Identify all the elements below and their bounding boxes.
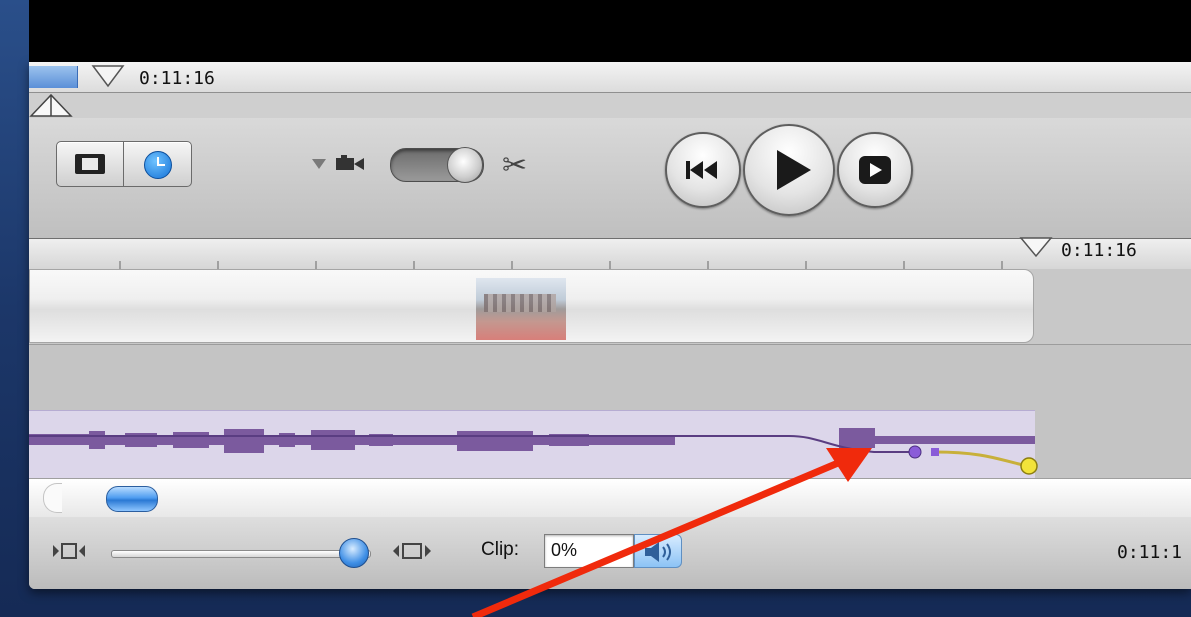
bottom-bar: Clip: 0% 0:11:1 — [29, 517, 1191, 589]
ruler-ticks — [119, 261, 1003, 269]
speaker-icon — [645, 542, 671, 562]
camera-mode-group: ✂ — [312, 145, 577, 185]
fullscreen-play-icon — [859, 156, 891, 184]
view-switcher — [56, 141, 192, 187]
camera-dropdown-icon[interactable] — [312, 159, 326, 169]
toggle-knob[interactable] — [447, 147, 483, 183]
scissors-icon[interactable]: ✂ — [502, 148, 527, 183]
toolbar: ✂ — [29, 118, 1191, 240]
timeline-view-button[interactable] — [124, 142, 190, 186]
rewind-icon — [686, 161, 717, 179]
scrubber-time: 0:11:16 — [139, 68, 215, 89]
total-time: 0:11:1 — [1117, 542, 1183, 563]
filmstrip-icon — [75, 154, 105, 174]
audio-track-1 — [29, 344, 1191, 412]
clip-volume-field[interactable]: 0% — [544, 534, 634, 568]
video-track — [29, 269, 1191, 344]
speaker-button[interactable] — [634, 534, 682, 568]
start-crop-marker[interactable] — [29, 92, 75, 118]
clip-view-button[interactable] — [57, 142, 124, 186]
imovie-window: 0:11:16 ✂ 0:11:16 Clip: 0% 0:11:1 — [29, 62, 1191, 589]
scrubber-progress — [29, 66, 78, 88]
timeline-playhead[interactable] — [1019, 236, 1053, 258]
zoom-slider-knob[interactable] — [339, 538, 369, 568]
timeline-ruler[interactable] — [29, 239, 1191, 270]
zoom-in-icon[interactable] — [393, 541, 433, 561]
scrollbar-left-cap — [43, 483, 62, 513]
clip-thumbnail — [476, 278, 566, 340]
scrubber-playhead[interactable] — [91, 64, 125, 90]
zoom-out-icon[interactable] — [53, 541, 93, 561]
scrollbar-thumb[interactable] — [106, 486, 158, 512]
play-fullscreen-button[interactable] — [837, 132, 913, 208]
video-clip[interactable] — [29, 269, 1034, 343]
play-button[interactable] — [743, 124, 835, 216]
rewind-button[interactable] — [665, 132, 741, 208]
play-icon — [777, 150, 811, 190]
timeline-horizontal-scrollbar[interactable] — [29, 478, 1191, 518]
video-preview-area — [29, 0, 1191, 62]
clock-icon — [144, 151, 172, 179]
playhead-time: 0:11:16 — [1061, 240, 1137, 261]
zoom-slider[interactable] — [111, 550, 371, 558]
transport-controls — [665, 124, 925, 216]
camera-icon — [336, 155, 364, 170]
clip-volume-label: Clip: — [481, 539, 520, 560]
audio-waveform — [29, 428, 1038, 475]
scrubber-bar[interactable]: 0:11:16 — [29, 62, 1191, 93]
camera-edit-mode-toggle[interactable] — [390, 147, 484, 183]
